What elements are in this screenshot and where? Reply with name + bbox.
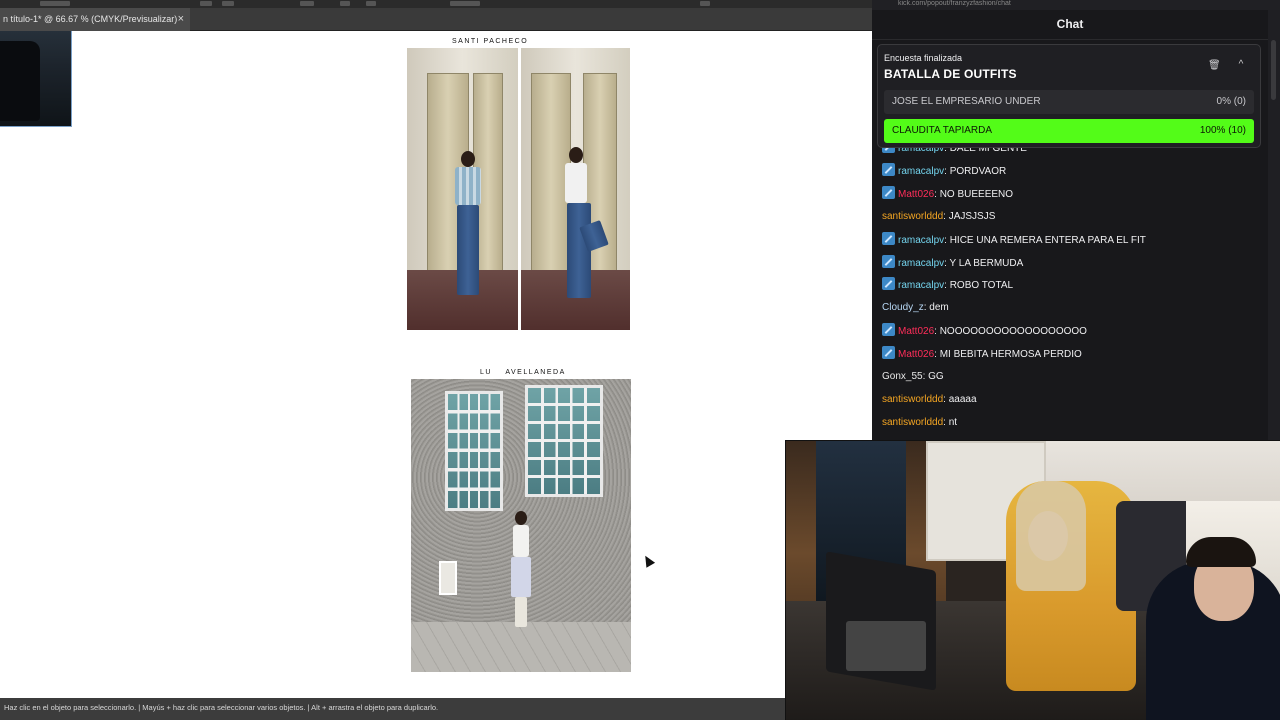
poll-option-result: 0% (0) [1216,96,1246,107]
subscriber-badge-icon [882,277,895,291]
trash-icon[interactable]: 🗑 [1208,60,1221,74]
chat-message-text: JAJSJSJS [948,210,996,222]
chat-message-text: Y LA BERMUDA [949,257,1024,269]
chat-message: Gonx_55: GG [882,369,944,385]
chat-message: santisworlddd: aaaaa [882,392,977,408]
subscriber-badge-icon [882,346,895,360]
chat-message: ramacalpv: Y LA BERMUDA [882,254,1024,271]
chat-header-title: Chat [872,10,1268,40]
subscriber-badge-icon [882,254,895,268]
chat-message: Matt026: NOOOOOOOOOOOOOOOOOO [882,323,1087,339]
chat-message-text: nt [948,416,958,428]
photo-caption: LU AVELLANEDA [480,369,566,376]
chat-message-text: MI BEBITA HERMOSA PERDIO [939,349,1082,361]
document-tabbar: n título-1* @ 66.67 % (CMYK/Previsualiza… [0,8,872,31]
poll-title: BATALLA DE OUTFITS [884,67,1017,81]
screen: n título-1* @ 66.67 % (CMYK/Previsualiza… [0,0,1280,720]
subscriber-badge-icon [882,162,895,176]
chat-message-text: GG [928,371,944,382]
poll-option-winner: CLAUDITA TAPIARDA 100% (10) [884,119,1254,143]
toolbar-button[interactable] [700,1,710,6]
chat-message: Matt026: MI BEBITA HERMOSA PERDIO [882,346,1082,362]
toolbar-button[interactable] [450,1,480,6]
document-tab-title: n título-1* @ 66.67 % (CMYK/Previsualiza… [3,14,178,24]
status-bar: Haz clic en el objeto para seleccionarlo… [0,698,785,720]
mouse-cursor-icon [640,553,656,568]
webcam-feed [785,440,1280,720]
poll-card: Encuesta finalizada BATALLA DE OUTFITS 🗑… [877,44,1261,148]
chat-username[interactable]: Gonx_55 [882,371,923,382]
chat-username[interactable]: ramacalpv [898,235,944,246]
artboard-thumbnail[interactable] [0,31,72,127]
chat-message: Cloudy_z: dem [882,300,949,316]
chat-message-text: dem [929,302,949,314]
editor-toolbar [0,0,872,8]
toolbar-button[interactable] [366,1,376,6]
poll-option-name: JOSE EL EMPRESARIO UNDER [892,96,1041,107]
toolbar-button[interactable] [300,1,314,6]
status-text: Haz clic en el objeto para seleccionarlo… [4,703,439,712]
chat-message: santisworlddd: JAJSJSJS [882,209,995,225]
poll-option: JOSE EL EMPRESARIO UNDER 0% (0) [884,90,1254,114]
chat-message-text: HICE UNA REMERA ENTERA PARA EL FIT [949,234,1146,246]
photo-caption: SANTI PACHECO [452,38,529,45]
document-canvas[interactable]: SANTI PACHECO LU AVELLANEDA [0,31,872,698]
chat-username[interactable]: santisworlddd [882,417,943,428]
toolbar-button[interactable] [200,1,212,6]
chat-message: ramacalpv: ROBO TOTAL [882,277,1013,293]
chat-message: santisworlddd: nt [882,415,957,431]
close-icon[interactable]: × [178,8,184,31]
chat-username[interactable]: ramacalpv [898,280,944,291]
subscriber-badge-icon [882,323,895,337]
chat-message-text: NO BUEEEENO [939,188,1014,200]
outfit-photo-santi[interactable] [407,48,630,330]
toolbar-button[interactable] [40,1,70,6]
subscriber-badge-icon [882,185,895,199]
chat-message-text: aaaaa [948,393,977,405]
poll-status: Encuesta finalizada [884,53,963,63]
subscriber-badge-icon [882,231,895,245]
toolbar-button[interactable] [340,1,350,6]
outfit-photo-lu[interactable] [411,379,631,672]
toolbar-button[interactable] [222,1,234,6]
chat-message-text: NOOOOOOOOOOOOOOOOOO [939,326,1087,338]
chat-username[interactable]: Cloudy_z [882,302,924,313]
chat-message-text: PORDVAOR [949,165,1007,177]
chat-username[interactable]: Matt026 [898,189,934,200]
chat-message: Matt026: NO BUEEEENO [882,185,1014,202]
chat-username[interactable]: ramacalpv [898,258,944,269]
chat-username[interactable]: santisworlddd [882,394,943,405]
poll-option-name: CLAUDITA TAPIARDA [892,125,993,136]
chevron-up-icon[interactable]: ^ [1234,59,1248,73]
chat-username[interactable]: santisworlddd [882,211,943,222]
chat-message: ramacalpv: PORDVAOR [882,162,1007,179]
chat-url: kick.com/popout/franzyzfashion/chat [872,0,1280,10]
document-tab[interactable]: n título-1* @ 66.67 % (CMYK/Previsualiza… [0,8,190,31]
chat-username[interactable]: Matt026 [898,349,934,360]
poll-option-result: 100% (10) [1199,125,1246,136]
chat-username[interactable]: Matt026 [898,326,934,337]
chat-scrollbar[interactable] [1268,10,1280,440]
chat-message: ramacalpv: HICE UNA REMERA ENTERA PARA E… [882,231,1146,248]
chat-username[interactable]: ramacalpv [898,166,944,177]
chat-message-text: ROBO TOTAL [949,280,1014,292]
